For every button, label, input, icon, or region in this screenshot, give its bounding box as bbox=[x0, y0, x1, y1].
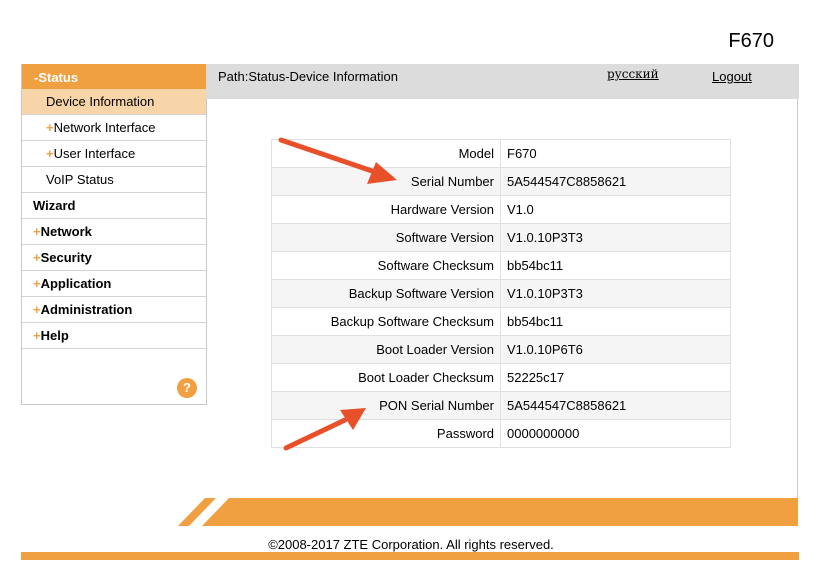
footer-band bbox=[178, 498, 798, 526]
info-value: 5A544547C8858621 bbox=[500, 391, 731, 420]
content-right-border bbox=[797, 99, 798, 499]
info-value: F670 bbox=[500, 139, 731, 168]
expand-icon: + bbox=[33, 328, 41, 343]
sidebar-item-administration[interactable]: +Administration bbox=[22, 297, 206, 323]
bottom-accent-bar bbox=[21, 552, 799, 560]
help-question-icon[interactable]: ? bbox=[177, 378, 197, 398]
sidebar-item-label: Administration bbox=[40, 302, 133, 317]
sidebar-header-status[interactable]: -Status bbox=[22, 64, 206, 89]
table-row: Software Checksum bb54bc11 bbox=[271, 251, 731, 280]
expand-icon: + bbox=[33, 224, 41, 239]
sidebar-item-label: Security bbox=[40, 250, 92, 265]
info-label: Software Checksum bbox=[271, 251, 501, 280]
sidebar-item-wizard[interactable]: Wizard bbox=[22, 193, 206, 219]
info-value: V1.0.10P3T3 bbox=[500, 223, 731, 252]
table-row: Software Version V1.0.10P3T3 bbox=[271, 223, 731, 252]
sidebar-item-network-interface[interactable]: +Network Interface bbox=[22, 115, 206, 141]
info-label: Backup Software Version bbox=[271, 279, 501, 308]
expand-icon: + bbox=[33, 302, 41, 317]
sidebar-item-label: Device Information bbox=[46, 94, 155, 109]
footer-band-main bbox=[202, 498, 798, 526]
info-value: V1.0.10P3T3 bbox=[500, 279, 731, 308]
table-row: Hardware Version V1.0 bbox=[271, 195, 731, 224]
info-value: V1.0.10P6T6 bbox=[500, 335, 731, 364]
table-row: Boot Loader Checksum 52225c17 bbox=[271, 363, 731, 392]
table-row: Boot Loader Version V1.0.10P6T6 bbox=[271, 335, 731, 364]
expand-icon: + bbox=[46, 146, 54, 161]
arrow-to-pon-serial-number bbox=[283, 408, 366, 451]
arrow-to-serial-number bbox=[278, 137, 397, 184]
sidebar-item-label: Network Interface bbox=[53, 120, 156, 135]
sidebar-item-security[interactable]: +Security bbox=[22, 245, 206, 271]
device-model-title: F670 bbox=[728, 30, 774, 52]
table-row: Backup Software Checksum bb54bc11 bbox=[271, 307, 731, 336]
expand-icon: + bbox=[33, 276, 41, 291]
sidebar-item-device-information[interactable]: Device Information bbox=[22, 89, 206, 115]
sidebar-item-label: User Interface bbox=[53, 146, 136, 161]
table-row: Backup Software Version V1.0.10P3T3 bbox=[271, 279, 731, 308]
info-label: Boot Loader Version bbox=[271, 335, 501, 364]
sidebar-item-user-interface[interactable]: +User Interface bbox=[22, 141, 206, 167]
sidebar-item-help[interactable]: +Help bbox=[22, 323, 206, 349]
info-value: 52225c17 bbox=[500, 363, 731, 392]
info-value: 0000000000 bbox=[500, 419, 731, 448]
info-label: Backup Software Checksum bbox=[271, 307, 501, 336]
sidebar-item-label: Application bbox=[40, 276, 112, 291]
breadcrumb-path: Path:Status-Device Information bbox=[218, 69, 398, 84]
sidebar-item-voip-status[interactable]: VoIP Status bbox=[22, 167, 206, 193]
info-value: bb54bc11 bbox=[500, 251, 731, 280]
sidebar-item-label: Network bbox=[40, 224, 92, 239]
info-label: Software Version bbox=[271, 223, 501, 252]
language-link[interactable]: русский bbox=[607, 67, 659, 81]
sidebar-item-label: Help bbox=[40, 328, 69, 343]
sidebar-item-application[interactable]: +Application bbox=[22, 271, 206, 297]
sidebar-item-label: Wizard bbox=[33, 198, 76, 213]
logout-link[interactable]: Logout bbox=[712, 69, 752, 84]
info-label: Boot Loader Checksum bbox=[271, 363, 501, 392]
sidebar-item-label: VoIP Status bbox=[46, 172, 114, 187]
top-bar: Path:Status-Device Information русский L… bbox=[206, 64, 799, 99]
info-label: Hardware Version bbox=[271, 195, 501, 224]
info-value: V1.0 bbox=[500, 195, 731, 224]
sidebar-item-network[interactable]: +Network bbox=[22, 219, 206, 245]
info-value: 5A544547C8858621 bbox=[500, 167, 731, 196]
sidebar: -Status Device Information +Network Inte… bbox=[21, 64, 207, 405]
info-value: bb54bc11 bbox=[500, 307, 731, 336]
expand-icon: + bbox=[46, 120, 54, 135]
copyright-text: ©2008-2017 ZTE Corporation. All rights r… bbox=[268, 537, 554, 552]
expand-icon: + bbox=[33, 250, 41, 265]
